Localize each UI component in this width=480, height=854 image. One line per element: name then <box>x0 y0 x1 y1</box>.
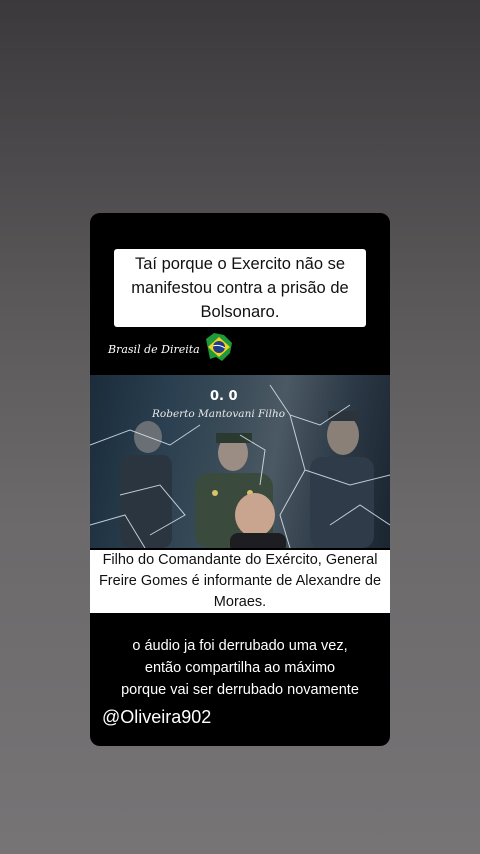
photo-code: 0. 0 <box>210 389 238 404</box>
headline-label: Taí porque o Exercito não se manifestou … <box>114 249 366 327</box>
brazil-flag-icon <box>200 329 236 370</box>
caption-label: Filho do Comandante do Exército, General… <box>90 550 390 613</box>
brand-logo: Brasil de Direita <box>108 329 236 370</box>
caption-line: Filho do Comandante do Exército, General <box>102 552 378 568</box>
author-handle[interactable]: @Oliveira902 <box>102 707 211 728</box>
caption-line: Moraes. <box>213 594 267 610</box>
news-photo: 0. 0 Roberto Mantovani Filho <box>90 375 390 548</box>
app-screen: { "post": { "headline": "Taí porque o Ex… <box>0 0 480 854</box>
body-line: porque vai ser derrubado novamente <box>121 682 359 698</box>
photo-credit: Roberto Mantovani Filho <box>152 408 286 420</box>
body-text: o áudio ja foi derrubado uma vez, então … <box>90 635 390 701</box>
body-line: então compartilha ao máximo <box>144 660 336 676</box>
story-card[interactable]: Taí porque o Exercito não se manifestou … <box>90 213 390 746</box>
body-line: o áudio ja foi derrubado uma vez, <box>132 638 348 654</box>
logo-text: Brasil de Direita <box>108 343 200 356</box>
caption-line: Freire Gomes é informante de Alexandre d… <box>98 573 382 589</box>
